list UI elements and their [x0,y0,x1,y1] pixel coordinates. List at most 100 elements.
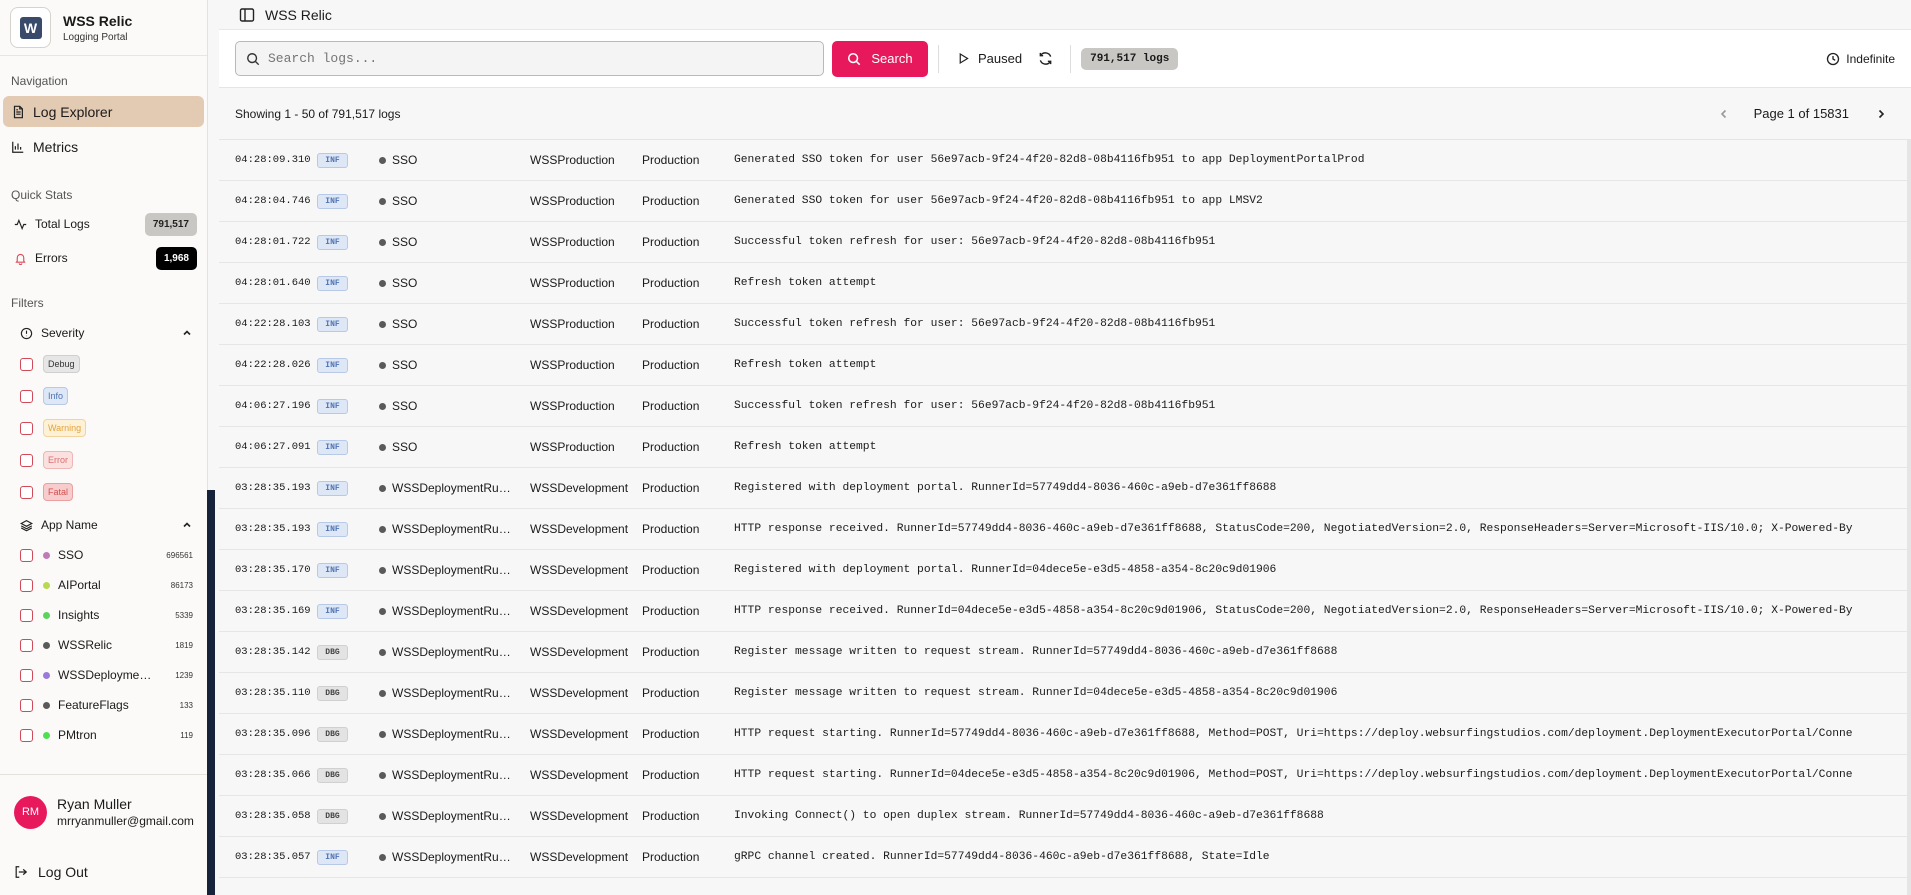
log-row[interactable]: 04:28:09.310 INF SSO WSSProduction Productio… [219,140,1911,181]
app-name-filter-toggle[interactable]: App Name [0,510,207,540]
log-environment: WSSDevelopment [530,481,629,495]
log-level-badge: INF [317,562,348,578]
time-range-selector[interactable]: Indefinite [1826,52,1895,66]
log-row[interactable]: 03:28:35.096 DBG WSSDeploymentRunner WSSDev… [219,714,1911,755]
severity-option-error[interactable]: Error [0,444,207,476]
log-message: Register message written to request stre… [734,687,1338,699]
brand-logo-letter: W [19,16,42,39]
app-option-featureflags[interactable]: FeatureFlags 133 [0,690,207,720]
severity-option-fatal[interactable]: Fatal [0,476,207,508]
log-message: HTTP response received. RunnerId=04dece5… [734,605,1853,617]
log-level-badge: DBG [317,726,348,742]
log-row[interactable]: 04:28:01.640 INF SSO WSSProduction Productio… [219,263,1911,304]
checkbox[interactable] [20,608,33,622]
log-app-name: WSSDeploymentRunner [392,522,512,536]
log-row[interactable]: 03:28:35.142 DBG WSSDeploymentRunner WSSDev… [219,632,1911,673]
refresh-button[interactable] [1030,44,1060,74]
log-row[interactable]: 03:28:35.058 DBG WSSDeploymentRunner WSSDev… [219,796,1911,837]
log-environment: WSSDevelopment [530,645,629,659]
nav-item-log-explorer[interactable]: Log Explorer [3,96,204,127]
app-option-wssrelic[interactable]: WSSRelic 1819 [0,630,207,660]
scrollbar[interactable] [1907,140,1911,895]
log-message: Registered with deployment portal. Runne… [734,564,1277,576]
checkbox[interactable] [20,578,33,592]
log-app-name: SSO [392,153,418,167]
checkbox[interactable] [20,548,33,562]
user-name: Ryan Muller [57,796,132,812]
checkbox[interactable] [20,357,33,371]
logout-button[interactable]: Log Out [0,849,208,895]
log-row[interactable]: 03:28:35.193 INF WSSDeploymentRunner WSSDev… [219,468,1911,509]
app-option-count: 5339 [175,610,193,620]
log-environment: WSSDevelopment [530,563,629,577]
checkbox[interactable] [20,389,33,403]
checkbox[interactable] [20,668,33,682]
app-option-pmtron[interactable]: PMtron 119 [0,720,207,750]
app-option-aiportal[interactable]: AIPortal 86173 [0,570,207,600]
log-row[interactable]: 04:22:28.026 INF SSO WSSProduction Productio… [219,345,1911,386]
brand-logo[interactable]: W [10,7,51,48]
app-option-label: FeatureFlags [58,698,129,712]
next-page-button[interactable] [1867,100,1895,128]
toolbar: Search Paused 791,517 logs Indefinite [219,30,1911,88]
app-dot [379,566,386,574]
checkbox[interactable] [20,638,33,652]
severity-option-info[interactable]: Info [0,380,207,412]
app-option-label: AIPortal [58,578,101,592]
log-out-icon [15,866,28,878]
log-stage: Production [642,481,700,495]
sidebar-toggle-icon[interactable] [239,7,255,23]
app-option-sso[interactable]: SSO 696561 [0,540,207,570]
log-app-name: SSO [392,440,418,454]
divider [1070,44,1072,73]
severity-filter-toggle[interactable]: Severity [0,318,207,348]
log-timestamp: 03:28:35.058 [235,810,311,822]
log-stage: Production [642,153,700,167]
stat-total-logs: Total Logs 791,517 [0,210,207,238]
log-app-name: WSSDeploymentRunner [392,481,512,495]
log-stage: Production [642,440,700,454]
severity-pill: Info [43,387,69,405]
log-timestamp: 04:06:27.091 [235,441,311,453]
log-message: Refresh token attempt [734,277,877,289]
log-stage: Production [642,358,700,372]
log-environment: WSSProduction [530,358,615,372]
checkbox[interactable] [20,728,33,742]
app-option-insights[interactable]: Insights 5339 [0,600,207,630]
log-row[interactable]: 04:06:27.196 INF SSO WSSProduction Productio… [219,386,1911,427]
search-button[interactable]: Search [832,40,928,77]
checkbox[interactable] [20,453,33,467]
log-row[interactable]: 04:22:28.103 INF SSO WSSProduction Productio… [219,304,1911,345]
checkbox[interactable] [20,421,33,435]
log-row[interactable]: 03:28:35.169 INF WSSDeploymentRunner WSSDev… [219,591,1911,632]
checkbox[interactable] [20,485,33,499]
log-app: WSSDeploymentRunner [379,645,530,659]
nav-item-metrics[interactable]: Metrics [3,131,204,162]
log-row[interactable]: 03:28:35.193 INF WSSDeploymentRunner WSSDev… [219,509,1911,550]
log-row[interactable]: 03:28:35.066 DBG WSSDeploymentRunner WSSDev… [219,755,1911,796]
log-row[interactable]: 03:28:35.110 DBG WSSDeploymentRunner WSSDev… [219,673,1911,714]
app-color-dot [43,551,50,559]
log-row[interactable]: 04:06:27.091 INF SSO WSSProduction Productio… [219,427,1911,468]
checkbox[interactable] [20,698,33,712]
log-row[interactable]: 04:28:01.722 INF SSO WSSProduction Productio… [219,222,1911,263]
log-message: Registered with deployment portal. Runne… [734,482,1277,494]
filters-label: Filters [11,296,44,310]
severity-option-warning[interactable]: Warning [0,412,207,444]
search-icon [247,52,260,65]
log-row[interactable]: 03:28:35.170 INF WSSDeploymentRunner WSSDev… [219,550,1911,591]
paused-toggle-button[interactable]: Paused [949,51,1030,66]
app-dot [379,279,386,287]
prev-page-button[interactable] [1710,100,1738,128]
search-input[interactable] [268,51,813,66]
log-timestamp: 03:28:35.096 [235,728,311,740]
severity-option-debug[interactable]: Debug [0,348,207,380]
main-content: WSS Relic Search Paused 791,517 logs [219,0,1911,895]
log-stage: Production [642,727,700,741]
log-message: Invoking Connect() to open duplex stream… [734,810,1324,822]
log-row[interactable]: 04:28:04.746 INF SSO WSSProduction Productio… [219,181,1911,222]
log-row[interactable]: 03:28:35.057 INF WSSDeploymentRunner WSSDev… [219,837,1911,878]
app-option-count: 119 [180,730,193,740]
user-profile[interactable]: RM Ryan Muller mrryanmuller@gmail.com [0,774,208,849]
app-option-wssdeploymentrunner[interactable]: WSSDeploymentRunner 1239 [0,660,207,690]
